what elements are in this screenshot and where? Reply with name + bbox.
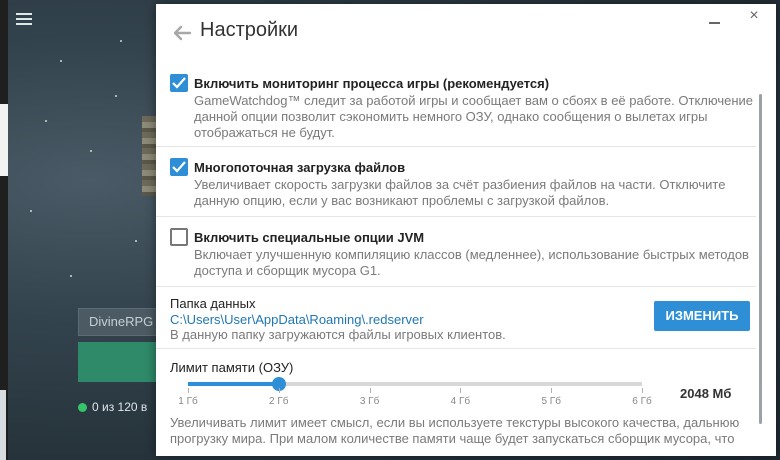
divider <box>156 348 756 349</box>
memory-tick <box>460 388 462 393</box>
minimize-icon[interactable] <box>708 12 722 26</box>
memory-slider[interactable] <box>188 377 642 391</box>
check-icon <box>172 77 186 89</box>
page-title: Настройки <box>200 19 299 41</box>
jvm-description: Включает улучшенную компиляцию классов (… <box>194 247 749 278</box>
arrow-left-icon[interactable] <box>172 23 192 43</box>
data-folder-description: В данную папку загружаются файлы игровых… <box>170 327 506 342</box>
online-status-text: 0 из 120 в <box>92 400 148 414</box>
memory-tick <box>188 388 189 393</box>
data-folder-label: Папка данных <box>170 296 256 311</box>
online-dot-icon <box>78 403 87 412</box>
monitoring-checkbox[interactable] <box>170 74 188 92</box>
monitoring-title: Включить мониторинг процесса игры (реком… <box>194 76 550 91</box>
multithread-description: Увеличивает скорость загрузки файлов за … <box>194 177 726 208</box>
jvm-title: Включить специальные опции JVM <box>194 230 425 245</box>
memory-value: 2048 Мб <box>680 386 732 401</box>
hamburger-menu-icon[interactable] <box>16 10 32 28</box>
memory-slider-fill <box>188 382 279 386</box>
memory-tick-label: 1 Гб <box>178 396 198 407</box>
check-icon <box>172 161 186 173</box>
memory-limit-label: Лимит памяти (ОЗУ) <box>170 360 294 375</box>
option-jvm-options: Включить специальные опции JVM Включает … <box>156 216 756 287</box>
monitoring-description: GameWatchdog™ следит за работой игры и с… <box>194 93 754 140</box>
memory-tick-label: 3 Гб <box>359 396 380 407</box>
settings-dialog: Настройки × Включить мониторинг процесса… <box>156 4 776 456</box>
server-banner-image <box>142 116 156 196</box>
memory-tick <box>551 388 553 393</box>
dialog-scrollbar[interactable] <box>759 94 762 424</box>
memory-tick <box>278 388 280 393</box>
memory-tick <box>642 388 643 393</box>
memory-tick-label: 2 Гб <box>269 396 289 407</box>
memory-description: Увеличивать лимит имеет смысл, если вы и… <box>170 415 740 446</box>
multithread-checkbox[interactable] <box>170 158 188 176</box>
memory-tick <box>369 388 371 393</box>
change-folder-button[interactable]: ИЗМЕНИТЬ <box>654 301 750 331</box>
option-game-monitoring: Включить мониторинг процесса игры (реком… <box>156 62 756 147</box>
jvm-checkbox[interactable] <box>170 228 188 246</box>
launcher-side-panel <box>0 104 8 176</box>
data-folder-path[interactable]: C:\Users\User\AppData\Roaming\.redserver <box>170 312 424 327</box>
dialog-header: Настройки × <box>156 4 776 62</box>
online-status: 0 из 120 в <box>78 400 147 414</box>
close-icon[interactable]: × <box>746 8 762 24</box>
multithread-title: Многопоточная загрузка файлов <box>194 160 406 175</box>
memory-tick-label: 5 Гб <box>541 396 561 407</box>
option-multithread-download: Многопоточная загрузка файлов Увеличивае… <box>156 146 756 217</box>
launcher-left-bar <box>0 390 6 460</box>
memory-tick-label: 6 Гб <box>632 396 652 407</box>
memory-tick-label: 4 Гб <box>450 396 471 407</box>
